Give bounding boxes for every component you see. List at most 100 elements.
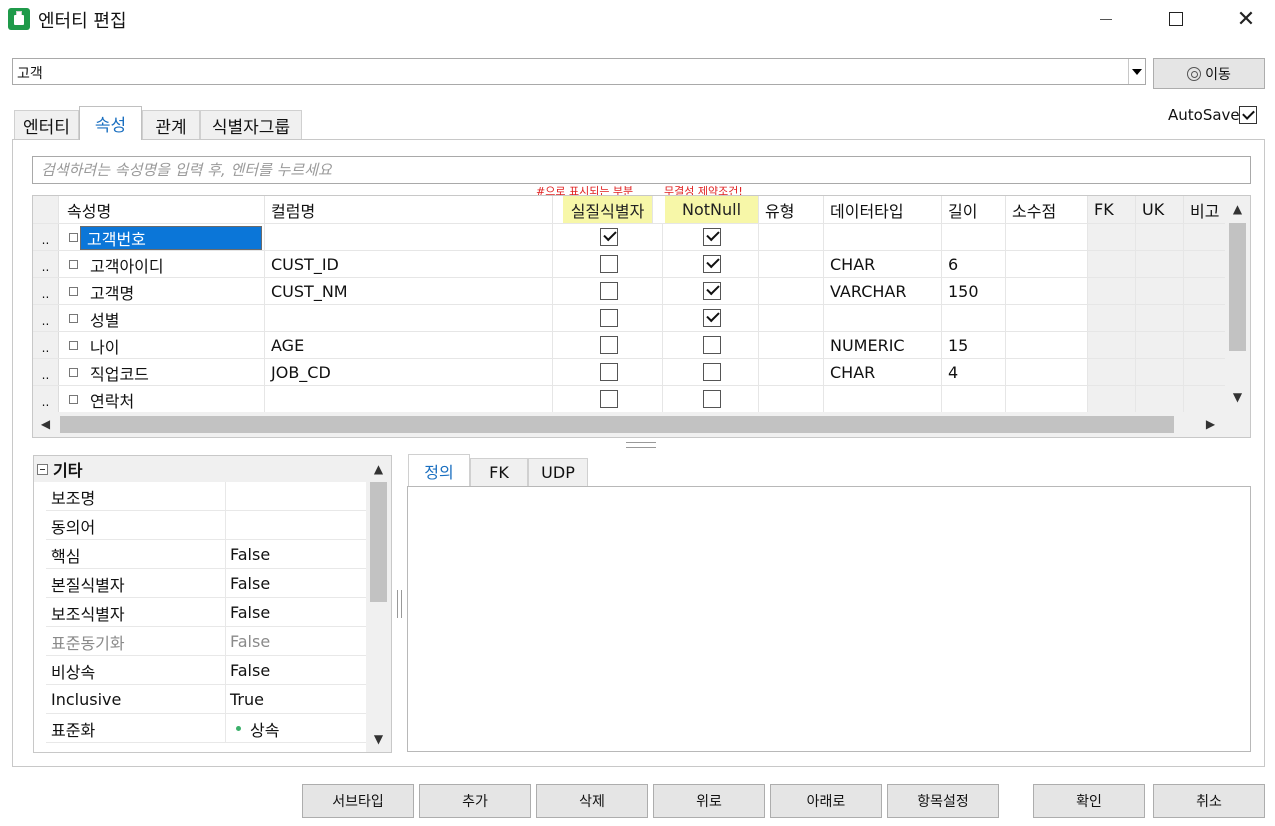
uk-cell[interactable] [1136, 224, 1184, 251]
length-cell[interactable]: 6 [942, 251, 1006, 278]
datatype-cell[interactable] [824, 305, 942, 332]
pk-checkbox[interactable] [600, 228, 618, 246]
row-selector[interactable]: .. [33, 359, 59, 386]
attribute-name-cell[interactable]: 나이 [59, 332, 265, 359]
fk-cell[interactable] [1088, 251, 1136, 278]
note-cell[interactable] [1184, 332, 1226, 359]
goto-button[interactable]: 이동 [1153, 58, 1265, 89]
notnull-checkbox[interactable] [703, 363, 721, 381]
datatype-cell[interactable] [824, 224, 942, 251]
datatype-cell[interactable] [824, 386, 942, 413]
scale-cell[interactable] [1006, 224, 1088, 251]
maximize-button[interactable] [1153, 0, 1199, 38]
attribute-name-cell[interactable]: 고객번호 [59, 224, 265, 251]
cancel-button[interactable]: 취소 [1153, 784, 1265, 818]
attribute-search[interactable] [32, 156, 1251, 184]
pk-checkbox[interactable] [600, 390, 618, 408]
uk-cell[interactable] [1136, 359, 1184, 386]
header-primary-identifier[interactable]: 실질식별자 [563, 196, 653, 223]
datatype-cell[interactable]: NUMERIC [824, 332, 942, 359]
length-cell[interactable] [942, 224, 1006, 251]
collapse-icon[interactable] [37, 463, 48, 475]
length-cell[interactable]: 4 [942, 359, 1006, 386]
property-row[interactable]: 핵심 False [46, 540, 367, 569]
attribute-search-input[interactable] [33, 157, 1250, 183]
length-cell[interactable] [942, 305, 1006, 332]
notnull-checkbox[interactable] [703, 336, 721, 354]
subtype-button[interactable]: 서브타입 [302, 784, 414, 818]
grid-vertical-scrollbar[interactable]: ▲ ▼ [1225, 196, 1250, 412]
move-up-button[interactable]: 위로 [653, 784, 765, 818]
notnull-checkbox[interactable] [703, 309, 721, 327]
table-row[interactable]: .. 고객명 CUST_NM VARCHAR 150 [33, 277, 1226, 305]
notnull-checkbox[interactable] [703, 282, 721, 300]
property-row[interactable]: 표준동기화 False [46, 627, 367, 656]
tab-definition[interactable]: 정의 [408, 454, 470, 487]
fk-cell[interactable] [1088, 386, 1136, 413]
uk-cell[interactable] [1136, 332, 1184, 359]
column-cell[interactable]: CUST_ID [265, 251, 553, 278]
header-uk[interactable]: UK [1136, 196, 1184, 223]
pk-checkbox[interactable] [600, 363, 618, 381]
property-row[interactable]: 동의어 [46, 511, 367, 540]
scale-cell[interactable] [1006, 278, 1088, 305]
scroll-up-icon[interactable]: ▲ [366, 462, 391, 476]
kind-cell[interactable] [759, 278, 824, 305]
tab-entity[interactable]: 엔터티 [14, 110, 79, 139]
property-row[interactable]: 보조식별자 False [46, 598, 367, 627]
scroll-right-icon[interactable]: ▶ [1198, 417, 1223, 431]
note-cell[interactable] [1184, 305, 1226, 332]
kind-cell[interactable] [759, 251, 824, 278]
close-button[interactable]: ✕ [1223, 0, 1269, 38]
kind-cell[interactable] [759, 305, 824, 332]
header-note[interactable]: 비고 [1184, 196, 1226, 223]
property-value[interactable]: False [225, 627, 367, 656]
table-row[interactable]: .. 고객아이디 CUST_ID CHAR 6 [33, 250, 1226, 278]
table-row[interactable]: .. 성별 [33, 304, 1226, 332]
item-settings-button[interactable]: 항목설정 [887, 784, 999, 818]
note-cell[interactable] [1184, 278, 1226, 305]
delete-button[interactable]: 삭제 [536, 784, 648, 818]
header-kind[interactable]: 유형 [759, 196, 824, 223]
notnull-checkbox[interactable] [703, 228, 721, 246]
fk-cell[interactable] [1088, 359, 1136, 386]
property-value[interactable] [225, 511, 367, 540]
scale-cell[interactable] [1006, 332, 1088, 359]
pk-checkbox[interactable] [600, 336, 618, 354]
autosave-checkbox[interactable] [1239, 106, 1257, 124]
tab-attributes[interactable]: 속성 [79, 106, 142, 140]
note-cell[interactable] [1184, 224, 1226, 251]
row-selector[interactable]: .. [33, 278, 59, 305]
property-scrollbar[interactable]: ▲ ▼ [366, 456, 391, 752]
uk-cell[interactable] [1136, 386, 1184, 413]
header-datatype[interactable]: 데이터타입 [824, 196, 942, 223]
attribute-name-cell[interactable]: 직업코드 [59, 359, 265, 386]
datatype-cell[interactable]: VARCHAR [824, 278, 942, 305]
column-cell[interactable] [265, 386, 553, 413]
scroll-up-icon[interactable]: ▲ [1225, 202, 1250, 216]
property-value[interactable] [225, 482, 367, 511]
row-selector[interactable]: .. [33, 386, 59, 413]
note-cell[interactable] [1184, 359, 1226, 386]
dropdown-arrow-icon[interactable] [1128, 59, 1145, 84]
attribute-name-cell[interactable]: 고객명 [59, 278, 265, 305]
tab-relations[interactable]: 관계 [142, 110, 200, 139]
property-value[interactable]: False [225, 656, 367, 685]
datatype-cell[interactable]: CHAR [824, 359, 942, 386]
move-down-button[interactable]: 아래로 [770, 784, 882, 818]
length-cell[interactable] [942, 386, 1006, 413]
fk-cell[interactable] [1088, 332, 1136, 359]
vertical-splitter[interactable] [397, 590, 402, 618]
uk-cell[interactable] [1136, 278, 1184, 305]
column-cell[interactable]: JOB_CD [265, 359, 553, 386]
scroll-left-icon[interactable]: ◀ [33, 417, 58, 431]
header-fk[interactable]: FK [1088, 196, 1136, 223]
kind-cell[interactable] [759, 386, 824, 413]
scrollbar-thumb[interactable] [370, 482, 387, 602]
datatype-cell[interactable]: CHAR [824, 251, 942, 278]
column-cell[interactable]: AGE [265, 332, 553, 359]
scroll-down-icon[interactable]: ▼ [1225, 390, 1250, 404]
tab-udp[interactable]: UDP [528, 458, 588, 486]
property-value[interactable]: False [225, 598, 367, 627]
property-row[interactable]: 보조명 [46, 482, 367, 511]
